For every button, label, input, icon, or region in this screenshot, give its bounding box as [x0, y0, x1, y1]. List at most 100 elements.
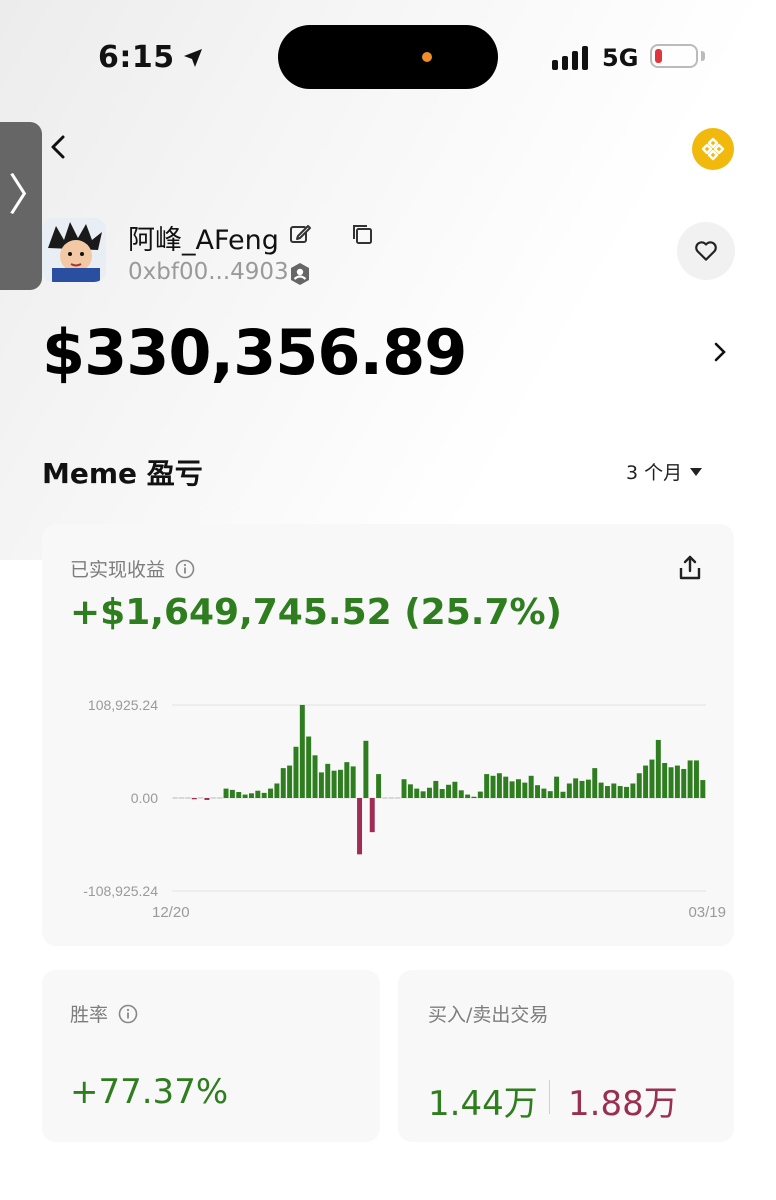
chart-bar — [573, 778, 579, 798]
favorite-button[interactable] — [677, 222, 735, 280]
chart-bar — [293, 746, 299, 798]
bnb-coin-icon[interactable] — [692, 128, 734, 170]
chart-bar — [217, 797, 223, 799]
sell-count: 1.88万 — [568, 1084, 678, 1124]
chart-bar — [369, 798, 375, 833]
buy-count: 1.44万 — [428, 1084, 538, 1124]
chart-bar — [471, 796, 477, 798]
chart-bar — [401, 779, 407, 798]
chevron-right-icon: 〉 — [8, 170, 52, 221]
chart-bar — [318, 772, 324, 798]
chart-bar — [490, 775, 496, 798]
info-icon[interactable] — [175, 559, 195, 579]
copy-icon[interactable] — [350, 222, 374, 246]
chart-bar — [522, 782, 528, 798]
back-arrow-icon[interactable] — [44, 132, 74, 162]
location-arrow-icon — [183, 48, 202, 67]
chart-bar — [636, 773, 642, 798]
chart-bar — [420, 791, 426, 798]
chart-bar — [566, 783, 572, 798]
chart-y-tick-label: 108,925.24 — [88, 697, 158, 713]
total-balance: $330,356.89 — [42, 316, 467, 389]
chart-bar — [185, 797, 191, 799]
pnl-label-row: 已实现收益 — [70, 555, 195, 582]
avatar[interactable] — [42, 218, 106, 282]
chart-bar — [592, 768, 598, 798]
chart-bar — [649, 759, 655, 798]
chart-bar — [299, 704, 305, 798]
chart-bar — [446, 784, 452, 798]
heart-icon — [695, 241, 717, 261]
chart-bar — [337, 769, 343, 798]
chart-bar — [331, 770, 337, 798]
chart-bar — [535, 785, 541, 798]
info-icon[interactable] — [118, 1004, 138, 1024]
win-rate-label: 胜率 — [70, 1004, 109, 1026]
chart-bar — [312, 755, 318, 798]
chart-bar — [242, 794, 248, 798]
chart-bar — [210, 797, 216, 799]
status-time-text: 6:15 — [98, 40, 175, 75]
chart-bar — [604, 786, 610, 798]
chart-bar — [668, 767, 674, 798]
section-title: Meme 盈亏 — [42, 457, 203, 490]
chart-bar — [344, 762, 350, 798]
win-rate-card — [42, 970, 380, 1142]
win-rate-value: +77.37% — [70, 1072, 229, 1112]
chart-bar — [554, 776, 560, 798]
chart-bar — [662, 762, 668, 798]
chart-bar — [687, 760, 693, 798]
chart-bar — [236, 792, 242, 798]
signal-icon — [552, 44, 588, 70]
trades-divider — [549, 1080, 550, 1114]
side-panel-handle[interactable]: 〉 — [0, 122, 52, 290]
chart-bar — [465, 794, 471, 798]
chart-bar — [496, 773, 502, 798]
chart-bar — [439, 789, 445, 798]
chart-bar — [579, 780, 585, 798]
chart-bar — [503, 776, 509, 798]
shield-user-icon[interactable] — [288, 262, 312, 286]
chart-bar — [357, 798, 363, 855]
chart-bar — [414, 788, 420, 798]
trades-label: 买入/卖出交易 — [428, 1004, 549, 1026]
win-rate-label-row: 胜率 — [70, 1000, 138, 1027]
dynamic-island — [278, 25, 498, 89]
chart-bar — [191, 798, 197, 800]
chart-bar — [433, 780, 439, 798]
period-label: 3 个月 — [626, 462, 683, 484]
chart-bar — [617, 786, 623, 798]
recording-indicator — [422, 52, 432, 62]
period-selector[interactable]: 3 个月 — [626, 458, 703, 485]
chart-bar — [458, 790, 464, 798]
chart-bar — [585, 779, 591, 798]
chart-bar — [547, 791, 553, 798]
wallet-address[interactable]: 0xbf00...4903 — [128, 259, 289, 285]
chart-bar — [528, 775, 534, 798]
chart-bar — [274, 783, 280, 798]
edit-icon[interactable] — [288, 222, 312, 246]
pnl-label: 已实现收益 — [70, 559, 166, 581]
chart-bar — [204, 798, 210, 800]
chart-x-tick-label: 03/19 — [688, 904, 726, 921]
chevron-right-icon[interactable] — [708, 340, 732, 364]
chart-bar — [484, 774, 490, 798]
chart-bar — [541, 788, 547, 798]
chart-bar — [681, 768, 687, 798]
chart-bar — [477, 791, 483, 798]
chart-bar — [179, 797, 185, 799]
chart-bar — [395, 797, 401, 799]
chart-bar — [306, 736, 312, 798]
chart-bar — [268, 788, 274, 798]
share-icon[interactable] — [676, 554, 704, 582]
chart-bar — [630, 783, 636, 798]
battery-tip — [701, 51, 705, 61]
chart-bar — [280, 768, 286, 798]
realized-pnl-value: +$1,649,745.52 (25.7%) — [70, 592, 563, 633]
chart-bar — [407, 784, 413, 798]
status-time: 6:15 — [98, 40, 205, 75]
chart-bar — [515, 779, 521, 798]
chart-bar — [287, 765, 293, 798]
network-type: 5G — [602, 44, 639, 72]
chart-x-tick-label: 12/20 — [152, 904, 190, 921]
